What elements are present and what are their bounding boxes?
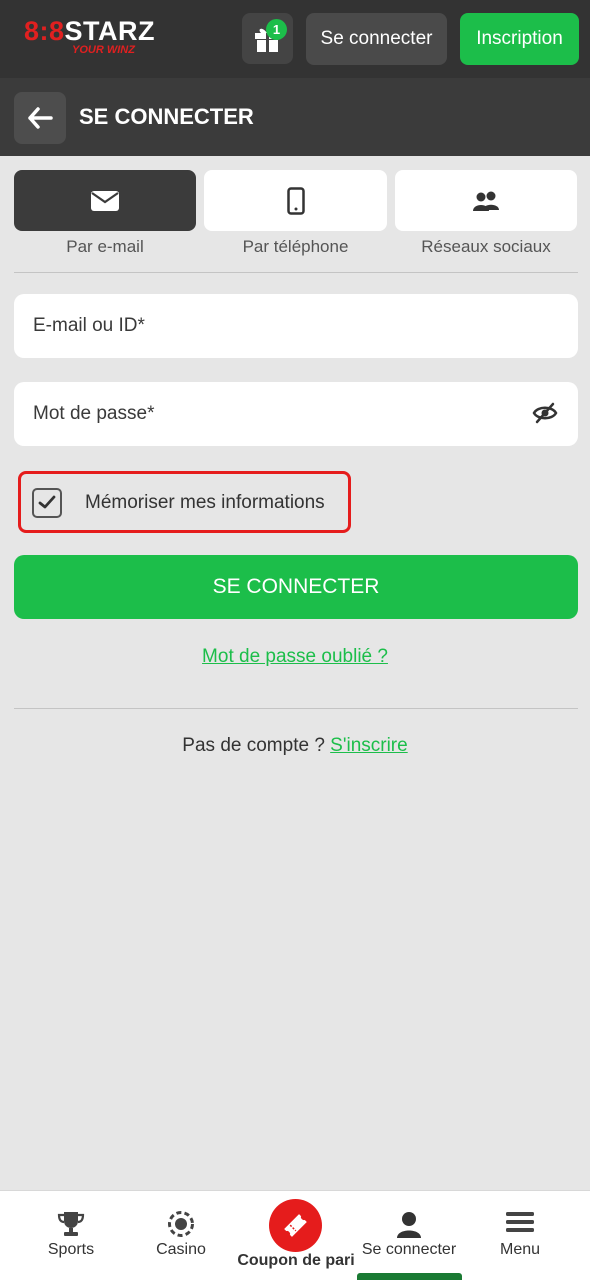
arrow-left-icon	[28, 107, 53, 129]
no-account-text: Pas de compte ?	[182, 735, 325, 756]
nav-item-sports[interactable]: Sports	[12, 1191, 130, 1280]
nav-label-login: Se connecter	[361, 1241, 457, 1258]
password-input[interactable]	[14, 382, 578, 446]
logo-word: STARZ	[64, 16, 156, 46]
user-icon	[397, 1212, 421, 1238]
page-title: SE CONNECTER	[79, 104, 254, 129]
forgot-password-link[interactable]: Mot de passe oublié ?	[0, 646, 590, 668]
gift-button[interactable]	[242, 13, 293, 64]
casino-chip-icon	[168, 1211, 194, 1237]
checkmark-icon	[38, 495, 56, 509]
email-field-container	[14, 294, 578, 358]
nav-item-casino[interactable]: Casino	[122, 1191, 240, 1280]
envelope-icon	[91, 190, 119, 211]
email-input[interactable]	[14, 294, 578, 358]
nav-label-sports: Sports	[47, 1241, 95, 1258]
remember-me-highlight: Mémoriser mes informations	[18, 471, 351, 533]
signup-link[interactable]: S'inscrire	[330, 735, 408, 756]
divider	[14, 272, 578, 273]
back-button[interactable]	[14, 92, 66, 144]
ticket-icon	[284, 1214, 307, 1237]
header-login-button[interactable]: Se connecter	[306, 13, 447, 65]
phone-icon	[286, 186, 305, 215]
logo-tagline: YOUR WINZ	[72, 44, 135, 56]
hamburger-icon	[506, 1212, 534, 1232]
gift-count-badge: 1	[266, 19, 287, 40]
password-field-container	[14, 382, 578, 446]
tab-phone[interactable]	[204, 170, 387, 231]
title-bar: SE CONNECTER	[0, 78, 590, 156]
logo-text: 8:8STARZ	[24, 16, 155, 47]
active-tab-indicator	[357, 1273, 462, 1280]
nav-label-menu: Menu	[499, 1241, 541, 1258]
users-icon	[473, 191, 499, 211]
nav-item-login[interactable]: Se connecter	[350, 1191, 468, 1280]
tab-social[interactable]	[395, 170, 577, 231]
logo-number: 8:8	[24, 16, 65, 46]
header-register-button[interactable]: Inscription	[460, 13, 579, 65]
tab-social-label: Réseaux sociaux	[421, 237, 551, 256]
brand-logo[interactable]: 8:8STARZ YOUR WINZ	[24, 16, 155, 60]
eye-slash-icon[interactable]	[532, 402, 558, 424]
signup-prompt: Pas de compte ? S'inscrire	[0, 735, 590, 757]
remember-me-checkbox[interactable]	[32, 488, 62, 518]
bet-coupon-button[interactable]	[269, 1199, 322, 1252]
login-submit-button[interactable]: SE CONNECTER	[14, 555, 578, 619]
nav-label-coupon: Coupon de pari	[237, 1252, 355, 1269]
tab-email[interactable]	[14, 170, 196, 231]
remember-me-label[interactable]: Mémoriser mes informations	[85, 492, 325, 514]
tab-phone-label: Par téléphone	[242, 237, 349, 256]
nav-label-casino: Casino	[156, 1241, 206, 1258]
divider	[14, 708, 578, 709]
trophy-icon	[57, 1212, 85, 1236]
top-bar: 8:8STARZ YOUR WINZ 1 Se connecter Inscri…	[0, 0, 590, 78]
tab-email-label: Par e-mail	[66, 237, 144, 256]
nav-item-menu[interactable]: Menu	[461, 1191, 579, 1280]
